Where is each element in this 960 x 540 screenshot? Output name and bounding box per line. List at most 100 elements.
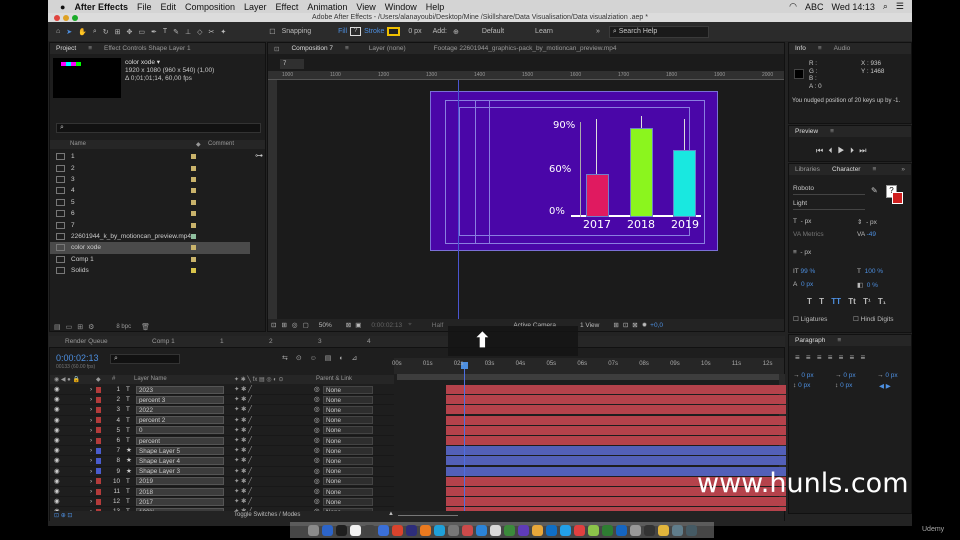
chart-bar-2019[interactable]	[673, 150, 696, 217]
tab-info[interactable]: Info	[795, 45, 806, 52]
lock-icon[interactable]: ⊡	[274, 45, 279, 53]
dock-app-icon[interactable]	[391, 524, 403, 536]
col-comment[interactable]: Comment	[208, 141, 234, 147]
add-button[interactable]: ⊕	[453, 28, 459, 36]
first-frame-icon[interactable]: ⏮	[816, 146, 823, 155]
zoom-tool-icon[interactable]: ⌕	[93, 28, 97, 36]
workspace-learn[interactable]: Learn	[535, 28, 553, 35]
justify-left-icon[interactable]: ≡	[828, 353, 833, 362]
search-icon[interactable]: ⌕	[883, 1, 888, 12]
layer-duration-bar[interactable]	[446, 415, 786, 425]
dock-app-icon[interactable]	[531, 524, 543, 536]
dock-app-icon[interactable]	[433, 524, 445, 536]
bold-icon[interactable]: T	[807, 297, 812, 306]
dock-app-icon[interactable]	[321, 524, 333, 536]
home-icon[interactable]: ⌂	[56, 28, 60, 35]
dock-app-icon[interactable]	[685, 524, 697, 536]
layer-duration-bar[interactable]	[446, 395, 786, 405]
label-color-swatch[interactable]	[191, 199, 196, 205]
input-source[interactable]: ABC	[805, 2, 824, 12]
layer-search[interactable]: ⌕	[110, 354, 180, 364]
chart-bar-2017[interactable]	[586, 174, 609, 217]
camera-tool-icon[interactable]: ⊞	[115, 28, 121, 36]
menu-list-icon[interactable]: ☰	[896, 1, 904, 12]
tab-audio[interactable]: Audio	[834, 45, 851, 52]
indent-left-field[interactable]: → 0 px	[793, 372, 814, 379]
space-after-field[interactable]: ↕ 0 px	[835, 382, 852, 389]
keyframe-handle-3[interactable]	[641, 116, 642, 128]
tab-comp-1[interactable]: Comp 1	[152, 338, 175, 345]
graph-editor-icon[interactable]: ⊿	[352, 355, 358, 362]
comp-breadcrumb[interactable]: 7	[280, 59, 304, 69]
dock-app-icon[interactable]	[545, 524, 557, 536]
project-item[interactable]: 6	[50, 208, 250, 219]
rectangle-tool-icon[interactable]: ▭	[138, 28, 145, 36]
menu-composition[interactable]: Composition	[185, 2, 235, 12]
menu-layer[interactable]: Layer	[244, 2, 267, 12]
exposure-value[interactable]: +0,0	[650, 322, 663, 329]
draft-3d-icon[interactable]: ⊙	[296, 355, 302, 362]
font-size-field[interactable]: T - px	[793, 218, 811, 225]
direction-icons[interactable]: ◀ ▶	[879, 382, 891, 390]
snapshot-icon[interactable]: ⌖	[408, 321, 412, 329]
layer-duration-bar[interactable]	[446, 436, 786, 445]
tab-character[interactable]: Character	[832, 166, 861, 173]
comp-time[interactable]: 0:00:02:13	[371, 322, 402, 329]
more-panels-icon[interactable]: »	[901, 166, 905, 173]
zoom-out-icon[interactable]: ▲	[388, 511, 394, 517]
all-caps-icon[interactable]: TT	[831, 297, 841, 306]
layer-duration-bar[interactable]	[446, 446, 786, 456]
tab-preview[interactable]: Preview	[795, 128, 818, 135]
project-search[interactable]: ⌕	[56, 123, 261, 133]
prev-frame-icon[interactable]: ⏴	[828, 146, 832, 155]
preview-menu-icon[interactable]: ≡	[830, 128, 834, 135]
toggle-switches-modes[interactable]: Toggle Switches / Modes	[234, 512, 300, 518]
tab-2[interactable]: 2	[269, 338, 273, 345]
clone-tool-icon[interactable]: ⊥	[185, 28, 191, 36]
region-icon[interactable]: ▢	[303, 321, 309, 329]
expand-icon[interactable]: ⊡ ⊕ ⊡	[54, 512, 72, 519]
superscript-icon[interactable]: T¹	[863, 297, 871, 306]
clock[interactable]: Wed 14:13	[832, 2, 875, 12]
ligatures-option[interactable]: ☐ Ligatures	[793, 315, 827, 323]
dock-app-icon[interactable]	[517, 524, 529, 536]
project-item[interactable]: 22601944_k_by_motioncan_preview.mp4	[50, 231, 250, 242]
project-item[interactable]: 3	[50, 174, 250, 185]
stroke-width[interactable]: 0 px	[408, 28, 421, 35]
dock-app-icon[interactable]	[615, 524, 627, 536]
dock-app-icon[interactable]	[573, 524, 585, 536]
dock-app-icon[interactable]	[349, 524, 361, 536]
project-item[interactable]: 4	[50, 185, 250, 196]
dock-app-icon[interactable]	[629, 524, 641, 536]
dock-app-icon[interactable]	[587, 524, 599, 536]
dock-app-icon[interactable]	[307, 524, 319, 536]
region-of-interest-icon[interactable]: ▣	[355, 321, 361, 329]
dock-app-icon[interactable]	[419, 524, 431, 536]
comp-menu-icon[interactable]: ≡	[345, 45, 349, 52]
grid-icon[interactable]: ⊞	[281, 321, 286, 329]
col-layer-name[interactable]: Layer Name	[134, 376, 167, 382]
layer-duration-bar[interactable]	[446, 405, 786, 415]
italic-icon[interactable]: T	[819, 297, 824, 306]
eraser-tool-icon[interactable]: ◇	[197, 28, 202, 36]
selection-tool-icon[interactable]: ➤	[66, 28, 72, 36]
minimize-window-button[interactable]	[63, 15, 69, 21]
col-parent[interactable]: Parent & Link	[316, 376, 352, 382]
chart-year-2017[interactable]: 2017	[583, 218, 611, 231]
project-item[interactable]: Comp 1	[50, 254, 250, 265]
tab-render-queue[interactable]: Render Queue	[65, 338, 108, 345]
paragraph-menu-icon[interactable]: ≡	[837, 337, 841, 344]
project-item[interactable]: 1	[50, 151, 250, 162]
mask-icon[interactable]: ◎	[292, 321, 298, 329]
small-caps-icon[interactable]: Tt	[848, 297, 856, 306]
snapping-checkbox[interactable]: ☐	[269, 28, 275, 36]
indent-right-field[interactable]: → 0 px	[835, 372, 856, 379]
panel-menu-icon[interactable]: ≡	[88, 45, 92, 52]
menu-app[interactable]: After Effects	[74, 2, 128, 12]
label-color-swatch[interactable]	[191, 188, 196, 194]
apple-icon[interactable]: ●	[60, 2, 65, 12]
tab-composition[interactable]: Composition 7	[291, 45, 333, 52]
tab-1[interactable]: 1	[220, 338, 224, 345]
dock-app-icon[interactable]	[559, 524, 571, 536]
work-area-bar[interactable]	[397, 374, 781, 380]
